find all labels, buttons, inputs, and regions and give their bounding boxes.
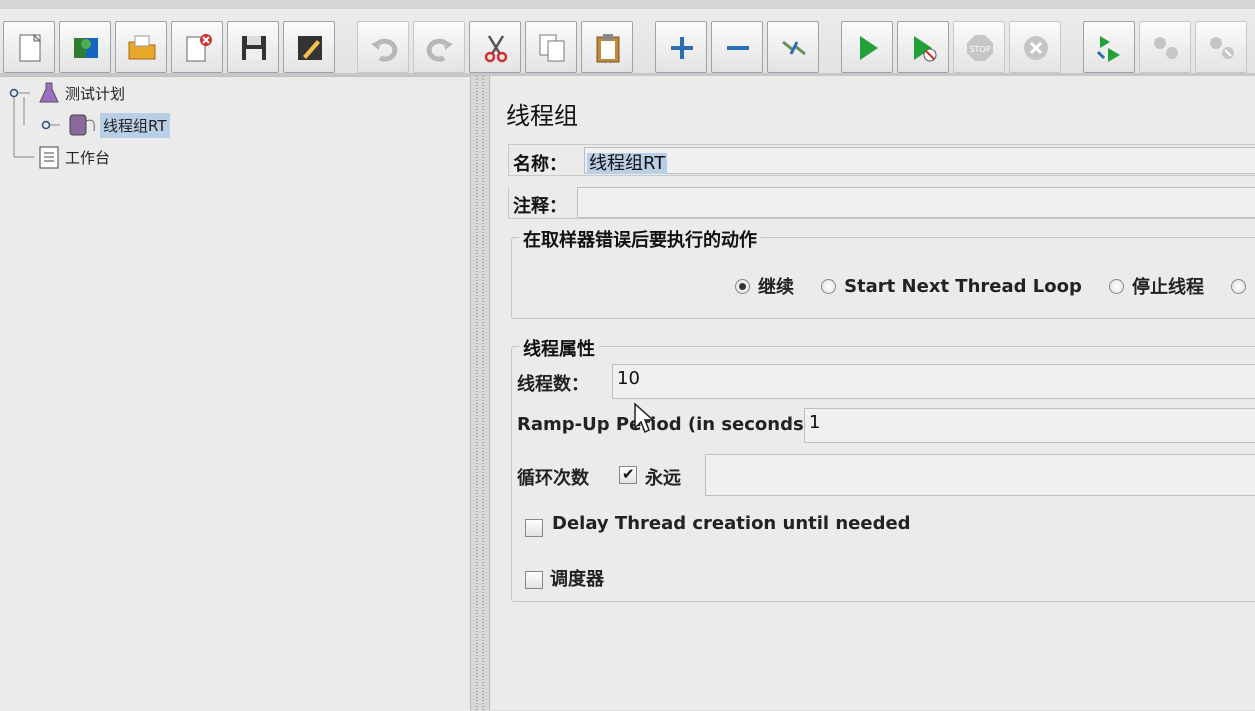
- start-button[interactable]: [841, 21, 893, 73]
- checkbox[interactable]: [525, 518, 543, 537]
- tree-node-thread-group[interactable]: 线程组RT: [66, 112, 170, 138]
- loop-count-input[interactable]: [705, 454, 1255, 496]
- flask-icon: [39, 82, 59, 103]
- toggle-icon: [782, 40, 806, 56]
- floppy-disk-icon: [242, 36, 266, 60]
- radio-stop-test[interactable]: [1231, 278, 1254, 294]
- radio-button[interactable]: [1108, 278, 1124, 294]
- templates-book-icon: [74, 38, 98, 58]
- radio-start-next-loop[interactable]: Start Next Thread Loop: [821, 276, 1082, 297]
- play-icon: [860, 36, 878, 60]
- tree-node-label: 线程组RT: [100, 112, 170, 138]
- comment-label: 注释：: [513, 196, 567, 217]
- mouse-cursor-icon: [634, 402, 655, 434]
- comment-input[interactable]: [577, 187, 1255, 218]
- redo-button[interactable]: [413, 21, 465, 73]
- rampup-label: Ramp-Up Period (in seconds):: [517, 414, 820, 435]
- paste-button[interactable]: [581, 21, 633, 73]
- templates-button[interactable]: [59, 21, 111, 73]
- checkbox[interactable]: [525, 570, 543, 589]
- collapse-button[interactable]: [711, 21, 763, 73]
- radio-button[interactable]: [735, 278, 750, 294]
- start-no-pause-button[interactable]: [897, 21, 949, 73]
- radio-button[interactable]: [1231, 278, 1247, 294]
- close-file-icon: [186, 34, 212, 62]
- error-action-options: 继续 Start Next Thread Loop 停止线程: [735, 273, 1254, 299]
- thread-spool-icon: [69, 114, 95, 136]
- name-input[interactable]: 线程组RT: [584, 147, 1255, 174]
- tree-node-workbench[interactable]: 工作台: [36, 145, 113, 169]
- page-title: 线程组: [506, 102, 578, 130]
- remote-stop-icon: [1154, 37, 1178, 59]
- stop-button[interactable]: STOP: [953, 21, 1005, 73]
- forever-label: 永远: [645, 468, 681, 489]
- tree-node-label: 测试计划: [65, 84, 126, 103]
- checkbox[interactable]: [619, 465, 637, 484]
- scissors-icon: [484, 35, 508, 63]
- redo-icon: [426, 38, 453, 62]
- remote-stop-all-button[interactable]: [1139, 21, 1191, 73]
- toolbar: STOP: [0, 0, 1255, 76]
- stop-icon: STOP: [967, 35, 993, 61]
- radio-continue[interactable]: 继续: [735, 273, 794, 299]
- clipboard-icon: [39, 146, 59, 169]
- rampup-input[interactable]: 1: [804, 408, 1255, 443]
- sampler-error-action-legend: 在取样器错误后要执行的动作: [519, 226, 761, 252]
- radio-stop-thread[interactable]: 停止线程: [1108, 273, 1204, 299]
- new-button[interactable]: [3, 21, 55, 73]
- scheduler-checkbox[interactable]: [525, 569, 543, 589]
- name-row: 名称： 线程组RT: [508, 144, 1255, 176]
- name-value: 线程组RT: [587, 153, 668, 174]
- scheduler-label: 调度器: [550, 569, 604, 590]
- edit-button[interactable]: [283, 21, 335, 73]
- remote-shutdown-icon: [1210, 37, 1234, 59]
- close-button[interactable]: [171, 21, 223, 73]
- tree-node-label: 工作台: [65, 148, 111, 167]
- open-folder-icon: [128, 35, 156, 60]
- thread-count-input[interactable]: 10: [612, 364, 1255, 399]
- clipboard-icon: [596, 34, 620, 63]
- expand-button[interactable]: [655, 21, 707, 73]
- thread-count-label: 线程数：: [517, 374, 589, 395]
- remote-start-all-button[interactable]: [1083, 21, 1135, 73]
- copy-icon: [539, 34, 565, 62]
- new-file-icon: [19, 33, 42, 62]
- remote-start-icon: [1096, 36, 1120, 62]
- cut-button[interactable]: [469, 21, 521, 73]
- split-pane-divider[interactable]: [470, 76, 490, 710]
- undo-icon: [371, 38, 398, 62]
- play-no-timer-icon: [914, 36, 937, 62]
- loop-count-label: 循环次数: [517, 468, 589, 489]
- undo-button[interactable]: [357, 21, 409, 73]
- open-button[interactable]: [115, 21, 167, 73]
- shutdown-icon: [1024, 36, 1048, 60]
- sampler-error-action-group: 在取样器错误后要执行的动作 继续 Start Next Thread Loop …: [511, 226, 1255, 319]
- tree-node-test-plan[interactable]: 测试计划: [36, 81, 128, 105]
- test-plan-tree: 测试计划 线程组RT 工作台: [0, 76, 470, 711]
- plus-icon: [671, 37, 693, 59]
- edit-pencil-icon: [298, 36, 322, 60]
- copy-button[interactable]: [525, 21, 577, 73]
- forever-checkbox[interactable]: [619, 464, 637, 484]
- radio-button[interactable]: [821, 278, 837, 294]
- svg-text:STOP: STOP: [969, 45, 990, 54]
- toggle-button[interactable]: [767, 21, 819, 73]
- delay-thread-label: Delay Thread creation until needed: [552, 513, 911, 534]
- minus-icon: [727, 46, 749, 50]
- thread-group-panel: 线程组 名称： 线程组RT 注释： 在取样器错误后要执行的动作 继续 Start…: [490, 76, 1255, 710]
- remote-shutdown-all-button[interactable]: [1195, 21, 1247, 73]
- name-label: 名称：: [513, 154, 567, 175]
- delay-thread-checkbox[interactable]: [525, 517, 543, 537]
- save-button[interactable]: [227, 21, 279, 73]
- thread-properties-legend: 线程属性: [519, 335, 599, 361]
- shutdown-button[interactable]: [1009, 21, 1061, 73]
- thread-properties-group: 线程属性 线程数： 10 Ramp-Up Period (in seconds)…: [511, 335, 1255, 602]
- comment-row: 注释：: [508, 187, 1255, 219]
